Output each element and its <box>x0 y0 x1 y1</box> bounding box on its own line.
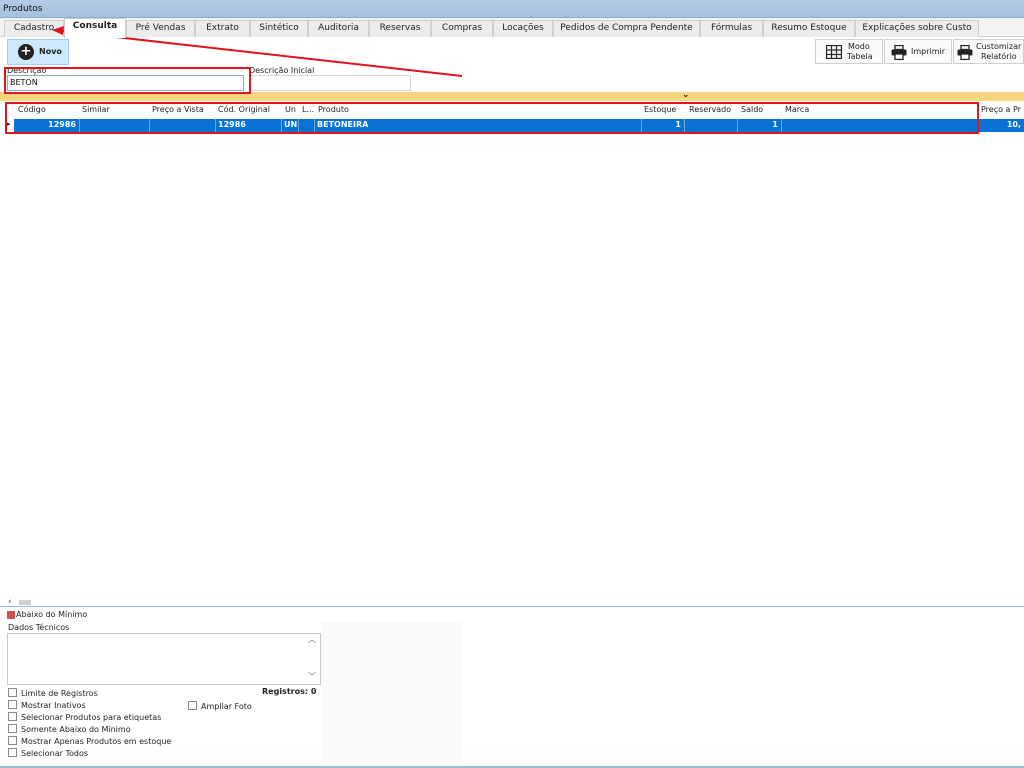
cell-cod-original: 12986 <box>216 119 282 132</box>
plus-icon: + <box>18 44 34 60</box>
abaixo-minimo-swatch <box>7 611 15 619</box>
cell-preco-prazo: 10, <box>1006 120 1021 129</box>
cell-similar <box>80 119 150 132</box>
printer-icon <box>957 45 973 60</box>
tab-cadastro[interactable]: Cadastro <box>4 20 64 37</box>
modo-tabela-button[interactable]: Modo Tabela <box>815 39 883 64</box>
tab-consulta[interactable]: Consulta <box>64 18 126 38</box>
window-title: Produtos <box>0 0 1024 18</box>
customizar-label: Customizar <box>976 42 1022 51</box>
col-produto[interactable]: Produto <box>318 105 349 114</box>
somente-abaixo-minimo-checkbox[interactable]: Somente Abaixo do Mínimo <box>8 724 131 735</box>
tab-locacoes[interactable]: Locações <box>493 20 553 37</box>
descricao-label: Descrição <box>7 66 47 75</box>
collapse-strip[interactable] <box>0 92 1024 101</box>
scroll-down-icon[interactable]: ﹀ <box>308 671 316 682</box>
cell-saldo: 1 <box>738 119 782 132</box>
col-preco-vista[interactable]: Preço a Vista <box>152 105 204 114</box>
col-saldo[interactable]: Saldo <box>741 105 763 114</box>
photo-panel <box>321 622 461 762</box>
relatorio-label: Relatório <box>981 52 1017 61</box>
products-grid <box>0 101 1024 607</box>
printer-icon <box>891 45 907 60</box>
col-cod-original[interactable]: Cód. Original <box>218 105 270 114</box>
col-marca[interactable]: Marca <box>785 105 809 114</box>
tab-pre-vendas[interactable]: Pré Vendas <box>126 20 195 37</box>
ampliar-foto-checkbox[interactable]: Ampliar Foto <box>188 701 252 712</box>
cell-un: UN <box>282 119 299 132</box>
grid-header: Código Similar Preço a Vista Cód. Origin… <box>0 104 1024 118</box>
tab-reservas[interactable]: Reservas <box>369 20 431 37</box>
novo-label: Novo <box>39 47 62 56</box>
cell-produto: BETONEIRA <box>315 119 642 132</box>
row-pointer-icon: ▸ <box>7 120 11 128</box>
cell-estoque: 1 <box>642 119 685 132</box>
scroll-up-icon[interactable]: ︿ <box>308 634 316 645</box>
horizontal-scrollbar[interactable] <box>19 600 31 605</box>
col-reservado[interactable]: Reservado <box>689 105 731 114</box>
imprimir-button[interactable]: Imprimir <box>884 39 952 64</box>
selecionar-etiquetas-checkbox[interactable]: Selecionar Produtos para etiquetas <box>8 712 161 723</box>
tab-bar: Cadastro Consulta Pré Vendas Extrato Sin… <box>0 18 1024 38</box>
customizar-relatorio-button[interactable]: Customizar Relatório <box>953 39 1024 64</box>
col-preco-prazo[interactable]: Preço a Pr <box>981 105 1021 114</box>
tab-pedidos-compra-pendente[interactable]: Pedidos de Compra Pendente <box>553 20 700 37</box>
cell-l <box>299 119 315 132</box>
tab-resumo-estoque[interactable]: Resumo Estoque <box>763 20 855 37</box>
col-estoque[interactable]: Estoque <box>644 105 676 114</box>
descricao-inicial-input[interactable] <box>249 75 411 91</box>
cell-reservado <box>685 119 738 132</box>
cell-marca <box>782 119 978 132</box>
mostrar-inativos-checkbox[interactable]: Mostrar Inativos <box>8 700 86 711</box>
abaixo-minimo-legend: Abaixo do Mínimo <box>16 610 88 619</box>
col-similar[interactable]: Similar <box>82 105 110 114</box>
tab-explicacoes-custo[interactable]: Explicações sobre Custo <box>855 20 979 37</box>
dados-tecnicos-textarea[interactable] <box>7 633 321 685</box>
tab-compras[interactable]: Compras <box>431 20 493 37</box>
descricao-inicial-label: Descrição Inicial <box>249 66 315 75</box>
table-row[interactable]: 12986 12986 UN BETONEIRA 1 1 10, <box>14 119 1024 132</box>
cell-codigo: 12986 <box>14 119 80 132</box>
col-un[interactable]: Un <box>285 105 296 114</box>
col-codigo[interactable]: Código <box>18 105 46 114</box>
tab-sintetico[interactable]: Sintético <box>250 20 308 37</box>
tab-formulas[interactable]: Fórmulas <box>700 20 763 37</box>
tabela-label: Tabela <box>847 52 873 61</box>
descricao-input[interactable]: BETON <box>7 75 244 91</box>
col-l[interactable]: L... <box>302 105 314 114</box>
registros-count: Registros: 0 <box>262 687 317 696</box>
tab-auditoria[interactable]: Auditoria <box>308 20 369 37</box>
limite-registros-checkbox[interactable]: Limite de Registros <box>8 688 98 699</box>
mostrar-em-estoque-checkbox[interactable]: Mostrar Apenas Produtos em estoque <box>8 736 171 747</box>
cell-preco-vista <box>150 119 216 132</box>
imprimir-label: Imprimir <box>911 47 946 56</box>
modo-label: Modo <box>848 42 870 51</box>
dados-tecnicos-label: Dados Técnicos <box>8 623 70 632</box>
novo-button[interactable]: + Novo <box>7 39 69 65</box>
scroll-left-icon[interactable]: ‹ <box>8 597 12 607</box>
chevron-down-icon[interactable]: ⌄ <box>682 90 690 100</box>
selecionar-todos-checkbox[interactable]: Selecionar Todos <box>8 748 88 759</box>
table-icon <box>826 45 842 59</box>
tab-extrato[interactable]: Extrato <box>195 20 250 37</box>
